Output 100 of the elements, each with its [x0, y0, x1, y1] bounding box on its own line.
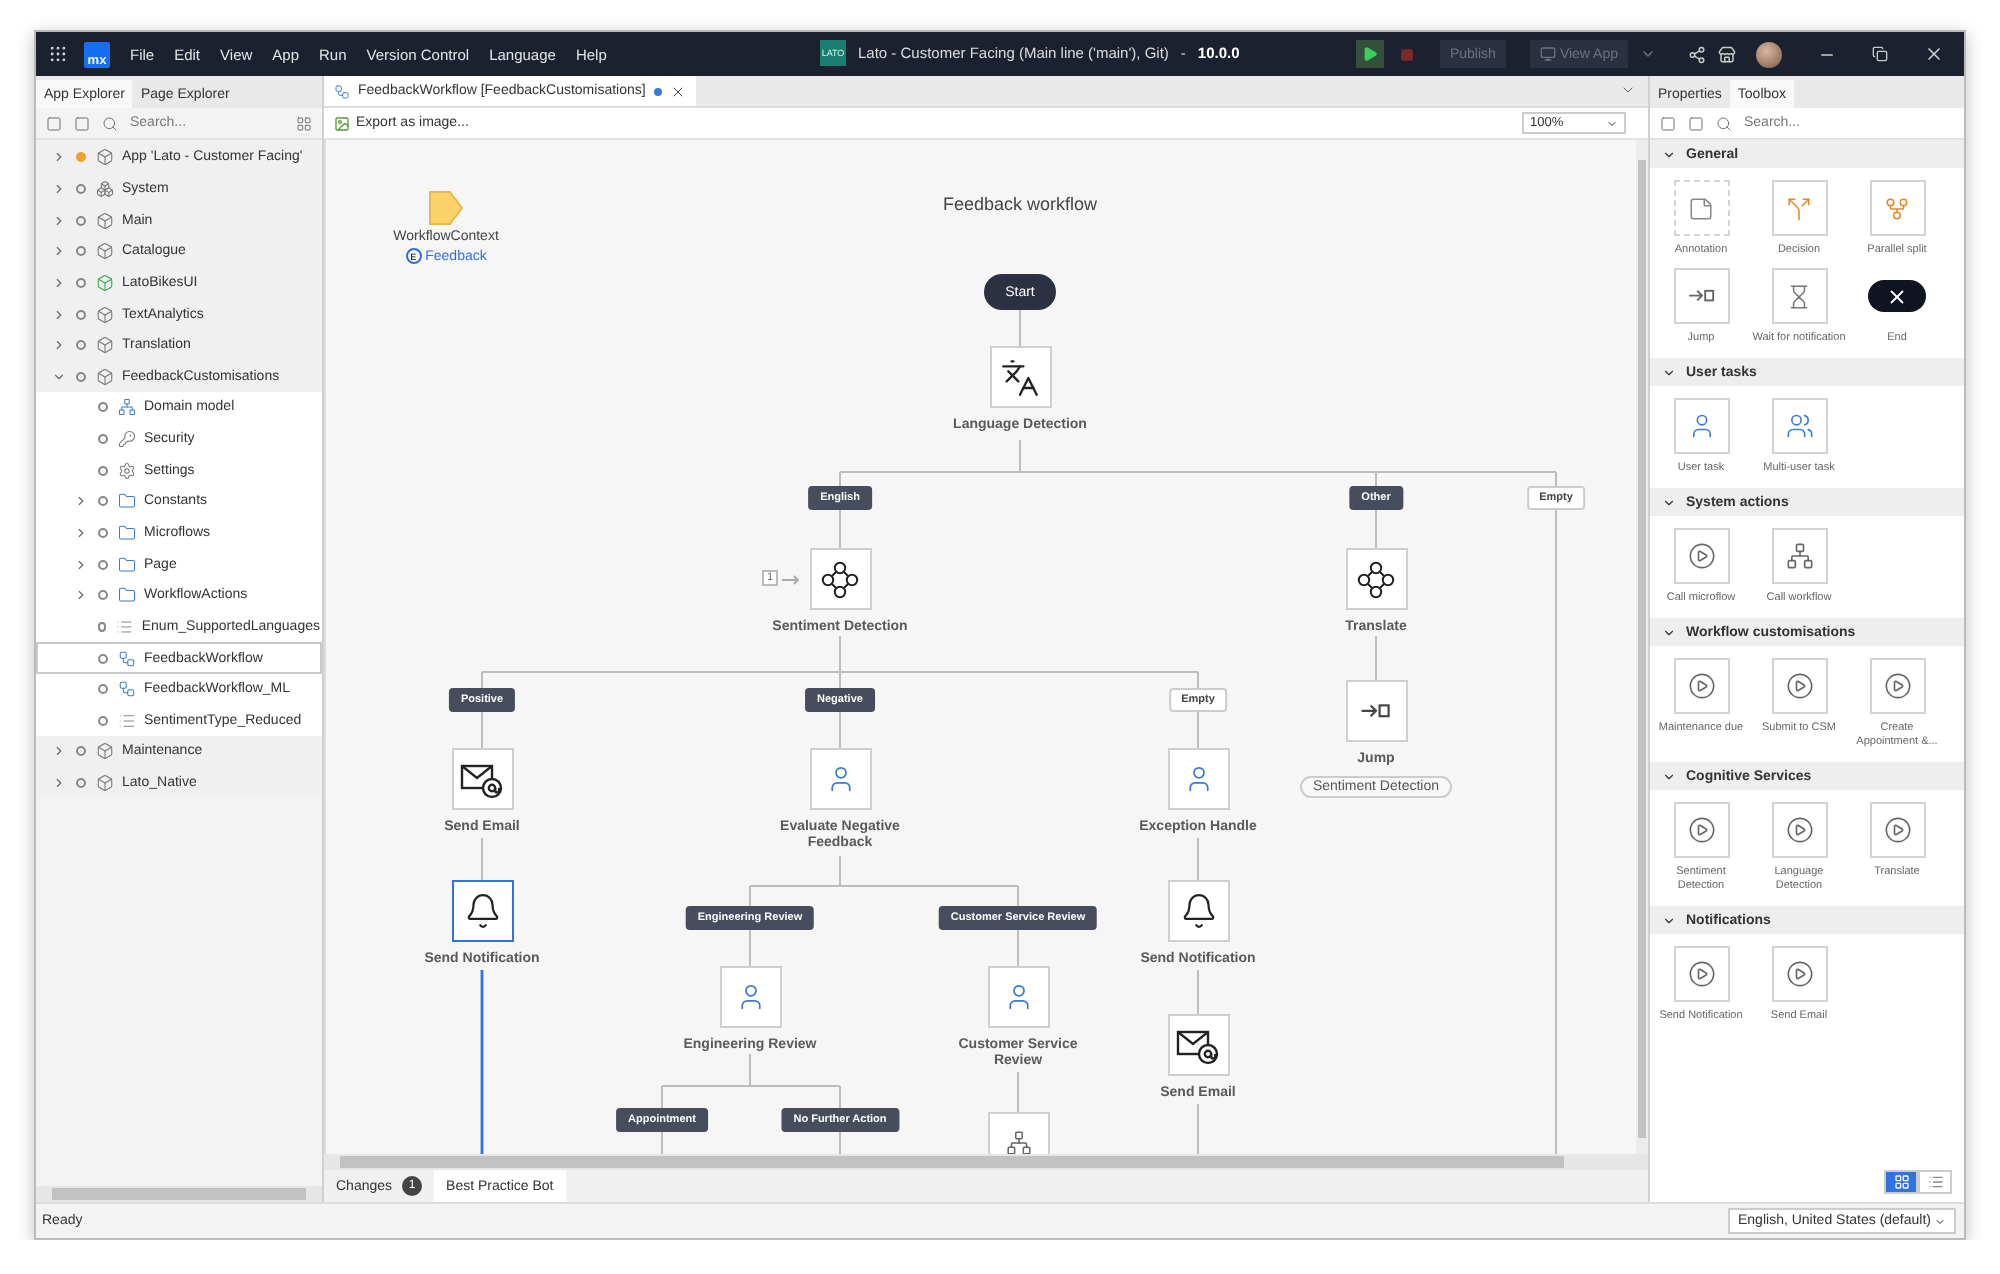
scrollbar[interactable]: [1636, 140, 1648, 1154]
share-button[interactable]: [1688, 45, 1706, 63]
close-icon: [1924, 44, 1944, 64]
cube-icon: [96, 305, 114, 324]
chevron-icon[interactable]: [1662, 769, 1676, 783]
cube-icon: [96, 742, 114, 761]
chevron-icon[interactable]: [1662, 495, 1676, 509]
play-circle-icon: [1687, 816, 1715, 844]
list-icon: [118, 711, 136, 730]
workflow-node[interactable]: [451, 880, 513, 942]
play-circle-icon: [1687, 672, 1715, 700]
user-icon: [825, 764, 855, 794]
avatar[interactable]: [1756, 41, 1782, 67]
chevron-icon[interactable]: [1662, 147, 1676, 161]
restore-icon: [1872, 46, 1888, 62]
play-circle-icon: [1785, 960, 1813, 988]
chevron-icon[interactable]: [1662, 365, 1676, 379]
mail-icon: [1176, 1025, 1220, 1065]
cube-icon: [96, 367, 114, 386]
cube-icon: [96, 774, 114, 793]
caret-icon: [1640, 46, 1656, 62]
user-icon: [1687, 412, 1715, 440]
play-circle-icon: [1687, 542, 1715, 570]
workflow-icon: [118, 649, 136, 668]
chevron-icon[interactable]: [1662, 625, 1676, 639]
run-button[interactable]: [1355, 40, 1384, 68]
translate-icon: [1000, 357, 1040, 397]
note-icon: [1688, 195, 1714, 221]
key-icon: [118, 430, 136, 449]
grid-icon: [1893, 1174, 1909, 1190]
sentiment-icon: [1356, 559, 1396, 599]
monitor-icon: [1539, 46, 1556, 62]
jump-icon: [1685, 286, 1717, 306]
chevron-icon[interactable]: [52, 338, 66, 353]
search-icon: [1716, 115, 1732, 131]
chevron-icon[interactable]: [74, 557, 88, 572]
grid-view-button[interactable]: [1884, 1170, 1918, 1194]
caret-icon[interactable]: [1620, 82, 1636, 98]
chevron-icon[interactable]: [52, 307, 66, 322]
workflow-icon: [334, 83, 350, 99]
chevron-icon[interactable]: [74, 494, 88, 509]
restore-button[interactable]: [1872, 46, 1888, 62]
fork-icon: [1884, 195, 1910, 221]
folder-icon: [118, 586, 136, 605]
connector-line: [1019, 309, 1021, 347]
chevron-icon[interactable]: [52, 244, 66, 259]
caret-icon: [1606, 117, 1618, 129]
bell-icon: [1179, 892, 1217, 930]
folder-icon: [118, 555, 136, 574]
close-button[interactable]: [1924, 44, 1944, 64]
users-icon: [1785, 412, 1813, 440]
chevron-icon[interactable]: [52, 181, 66, 196]
scrollbar[interactable]: [36, 1186, 322, 1202]
expand-icon[interactable]: [1688, 115, 1704, 131]
chevron-icon[interactable]: [52, 744, 66, 759]
mail-icon: [460, 759, 504, 799]
sentiment-icon: [820, 559, 860, 599]
folder-icon: [118, 492, 136, 511]
expand-icon[interactable]: [74, 115, 90, 131]
play-circle-icon: [1785, 672, 1813, 700]
diagram-icon: [118, 398, 136, 417]
caret-button[interactable]: [1640, 46, 1656, 62]
image-icon: [334, 115, 350, 131]
list-view-button[interactable]: [1918, 1170, 1952, 1194]
chevron-icon[interactable]: [74, 526, 88, 540]
workflow-icon: [118, 680, 136, 699]
user-icon: [735, 982, 765, 1012]
hierarchy-icon: [1005, 1130, 1031, 1154]
store-button[interactable]: [1718, 45, 1736, 63]
close-icon: [1886, 285, 1908, 307]
chevron-icon[interactable]: [52, 275, 66, 290]
collapse-icon[interactable]: [46, 115, 62, 131]
app-grid-icon[interactable]: [48, 44, 68, 64]
play-circle-icon: [1883, 672, 1911, 700]
scrollbar[interactable]: [324, 1154, 1648, 1170]
collapse-icon[interactable]: [1660, 115, 1676, 131]
play-icon: [1361, 46, 1378, 62]
connector-line: [481, 837, 483, 881]
folder-icon: [118, 524, 136, 542]
search-icon: [102, 115, 118, 131]
arrow-icon: [782, 574, 802, 586]
toolbox-item[interactable]: [1868, 280, 1926, 312]
user-icon: [1183, 764, 1213, 794]
chevron-icon[interactable]: [52, 776, 66, 791]
list-icon: [116, 617, 134, 636]
chevron-icon[interactable]: [1662, 913, 1676, 927]
jump-icon: [1358, 700, 1394, 722]
cube-icon: [96, 148, 114, 167]
chevron-icon[interactable]: [52, 213, 66, 228]
chevron-icon[interactable]: [52, 150, 66, 165]
cube-icon: [96, 211, 114, 230]
play-circle-icon: [1785, 816, 1813, 844]
gear-icon: [118, 461, 136, 480]
close-icon[interactable]: [669, 83, 686, 99]
layout-icon[interactable]: [296, 115, 312, 131]
chevron-icon[interactable]: [74, 588, 88, 603]
stop-icon: [1400, 47, 1415, 61]
play-circle-icon: [1883, 816, 1911, 844]
chevron-icon[interactable]: [52, 369, 66, 384]
hourglass-icon: [1786, 283, 1812, 309]
